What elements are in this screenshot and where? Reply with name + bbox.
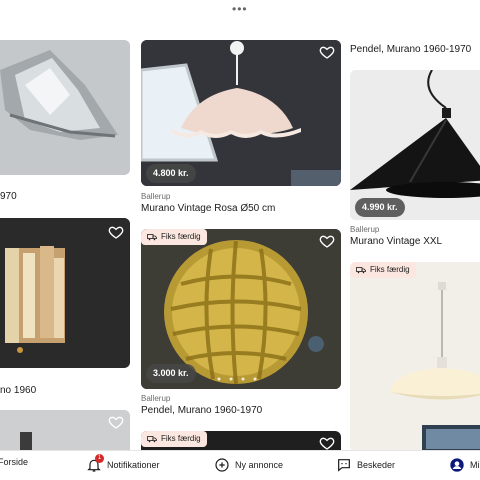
shipping-badge-label: Fiks færdig bbox=[161, 434, 201, 443]
top-bar: ••• bbox=[0, 0, 480, 40]
listing-image[interactable]: Fiks færdig bbox=[141, 431, 341, 450]
listing-title[interactable]: Murano Vintage Rosa Ø50 cm bbox=[141, 203, 275, 214]
shipping-badge: Fiks færdig bbox=[141, 229, 207, 245]
shipping-badge-label: Fiks færdig bbox=[161, 232, 201, 241]
truck-icon bbox=[147, 234, 157, 241]
nav-profile[interactable]: Mi bbox=[449, 457, 480, 473]
profile-icon bbox=[450, 458, 464, 472]
listing-location: Ballerup bbox=[141, 192, 171, 201]
more-handle-icon[interactable]: ••• bbox=[232, 2, 248, 16]
listing-feed[interactable]: 970 no 1960 4.800 kr. Ballerup Murano Vi… bbox=[0, 40, 480, 450]
nav-home[interactable]: Forside bbox=[0, 457, 28, 467]
nav-new-ad-label: Ny annonce bbox=[235, 460, 284, 470]
bottom-nav: Forside 1 Notifikationer Ny annonce Besk… bbox=[0, 450, 480, 480]
listing-title[interactable]: Murano Vintage XXL bbox=[350, 236, 442, 247]
notification-count-badge: 1 bbox=[95, 454, 104, 463]
truck-icon bbox=[356, 267, 366, 274]
nav-home-label: Forside bbox=[0, 457, 29, 467]
nav-messages-label: Beskeder bbox=[357, 460, 396, 470]
nav-notifications-label: Notifikationer bbox=[107, 460, 160, 470]
listing-image[interactable]: 4.800 kr. bbox=[141, 40, 341, 186]
nav-profile-label: Mi bbox=[470, 460, 480, 470]
price-badge: 3.000 kr. bbox=[146, 364, 196, 383]
price-badge: 4.990 kr. bbox=[355, 198, 405, 217]
price-badge: 4.800 kr. bbox=[146, 164, 196, 183]
listing-image[interactable] bbox=[0, 40, 130, 175]
heart-icon[interactable] bbox=[319, 44, 335, 60]
nav-messages[interactable]: Beskeder bbox=[336, 457, 395, 473]
heart-icon[interactable] bbox=[319, 233, 335, 249]
truck-icon bbox=[147, 436, 157, 443]
plus-circle-icon bbox=[215, 458, 229, 472]
heart-icon[interactable] bbox=[108, 414, 124, 430]
listing-image[interactable]: 4.990 kr. bbox=[350, 70, 480, 220]
shipping-badge-label: Fiks færdig bbox=[370, 265, 410, 274]
listing-image[interactable]: Fiks færdig bbox=[350, 262, 480, 450]
nav-notifications[interactable]: 1 Notifikationer bbox=[86, 454, 160, 473]
listing-title[interactable]: no 1960 bbox=[0, 385, 36, 396]
listing-image[interactable] bbox=[0, 410, 130, 450]
nav-new-ad[interactable]: Ny annonce bbox=[214, 457, 283, 473]
listing-location: Ballerup bbox=[141, 394, 171, 403]
shipping-badge: Fiks færdig bbox=[350, 262, 416, 278]
listing-title[interactable]: Pendel, Murano 1960-1970 bbox=[350, 44, 471, 55]
chat-icon bbox=[338, 459, 350, 472]
shipping-badge: Fiks færdig bbox=[141, 431, 207, 447]
listing-title[interactable]: 970 bbox=[0, 191, 17, 202]
listing-image[interactable] bbox=[0, 218, 130, 368]
listing-title[interactable]: Pendel, Murano 1960-1970 bbox=[141, 405, 262, 416]
listing-location: Ballerup bbox=[350, 225, 380, 234]
heart-icon[interactable] bbox=[319, 435, 335, 450]
listing-image[interactable]: Fiks færdig 3.000 kr. bbox=[141, 229, 341, 389]
heart-icon[interactable] bbox=[108, 224, 124, 240]
